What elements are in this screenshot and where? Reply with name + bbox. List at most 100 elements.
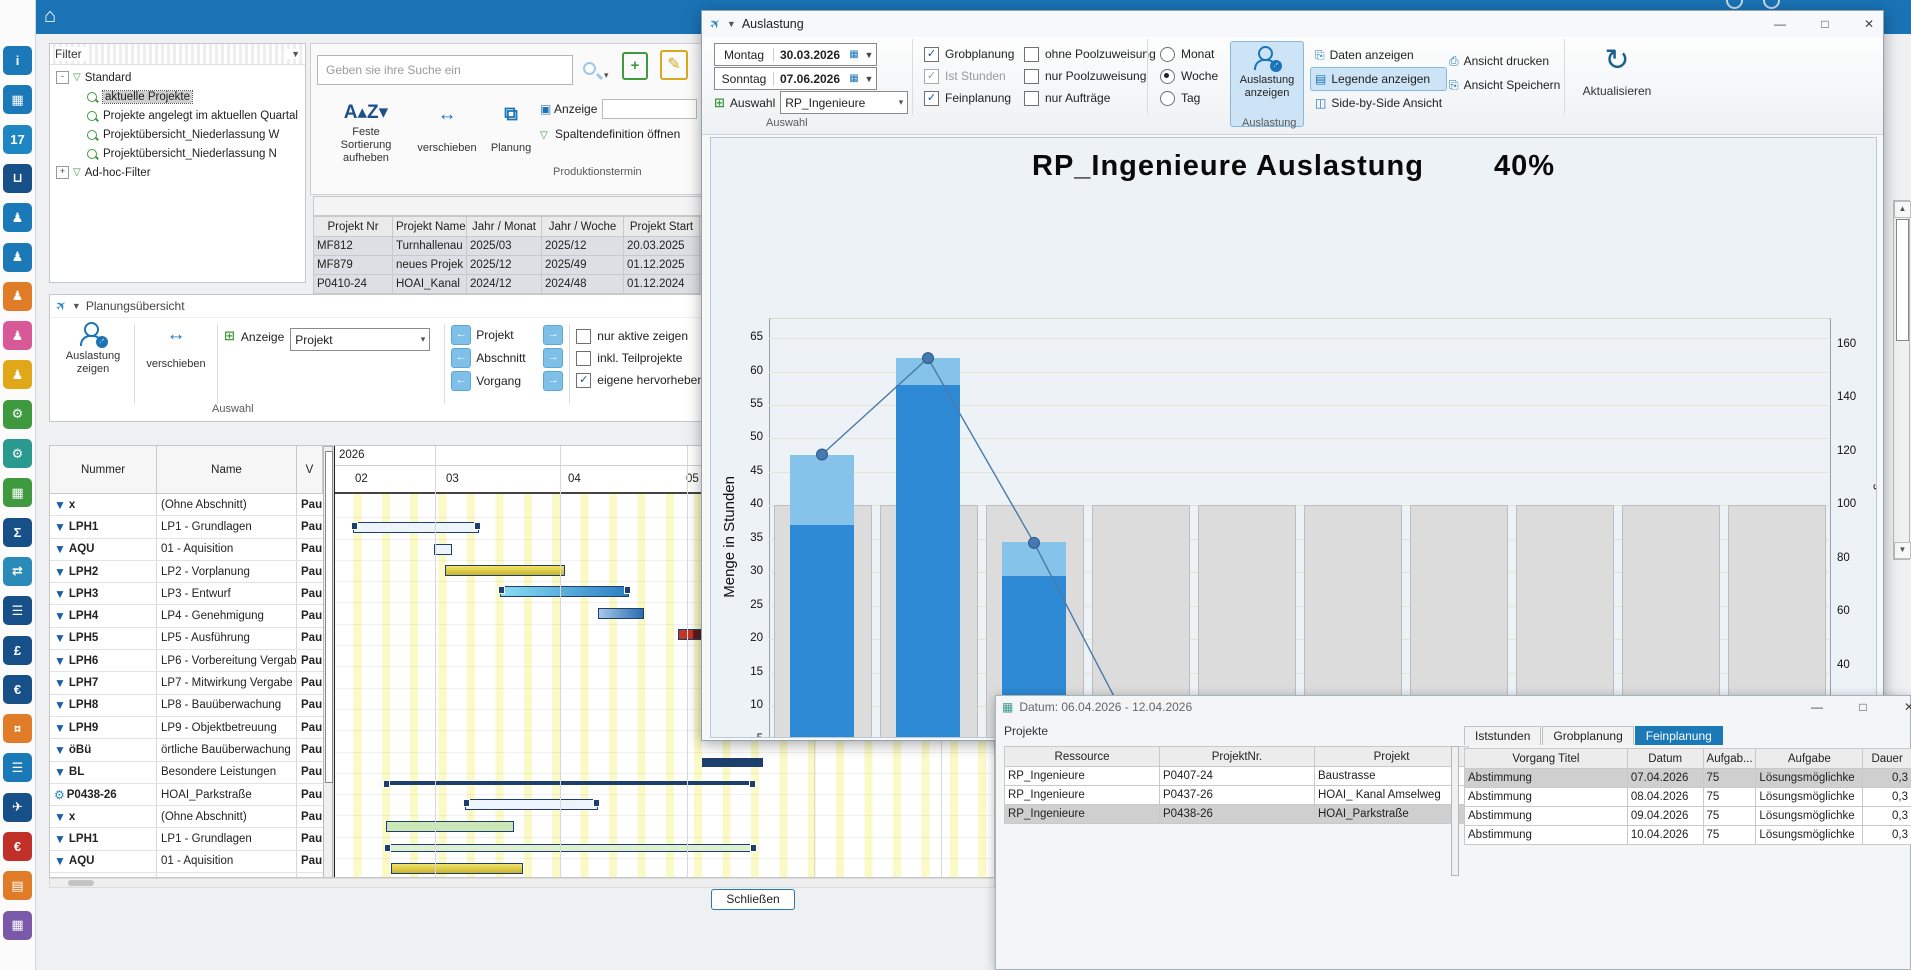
popup-minimize-button[interactable]: — xyxy=(1802,698,1832,718)
checkbox-icon[interactable]: ✓ xyxy=(576,373,591,388)
close-button[interactable]: Schließen xyxy=(711,889,795,910)
gantt-bar[interactable] xyxy=(598,608,644,619)
auslastung-zeigen-button[interactable]: ✓ Auslastung zeigen xyxy=(58,322,128,376)
table-row[interactable]: RP_IngenieureP0438-26HOAI_Parkstraße xyxy=(1005,805,1469,824)
aktualisieren-button[interactable]: ↻ Aktualisieren xyxy=(1574,41,1660,98)
checkbox-option[interactable]: inkl. Teilprojekte xyxy=(576,347,704,369)
timeline-row[interactable] xyxy=(333,794,995,816)
popup-scrollbar[interactable] xyxy=(1451,746,1459,876)
checkbox-icon[interactable]: ✓ xyxy=(924,47,939,62)
sidebar-app-icon[interactable]: ♟ xyxy=(3,203,32,232)
checkbox-option[interactable]: ✓Feinplanung xyxy=(924,87,1014,109)
gantt-bar[interactable] xyxy=(434,544,452,555)
verschieben-button[interactable]: ↔ verschieben xyxy=(141,322,211,371)
table-row[interactable]: Abstimmung09.04.202675Lösungsmöglichke0,… xyxy=(1465,807,1911,826)
radio-icon[interactable] xyxy=(1160,69,1175,84)
gantt-row[interactable]: ▼öBüörtliche BauüberwachungPau xyxy=(50,739,323,761)
checkbox-option[interactable]: ohne Poolzuweisung xyxy=(1024,43,1156,65)
table-row[interactable]: RP_IngenieureP0437-26HOAI_ Kanal Amselwe… xyxy=(1005,786,1469,805)
gantt-bar[interactable] xyxy=(353,522,479,533)
anzeige-input[interactable] xyxy=(602,99,697,119)
scroll-up-icon[interactable]: ▲ xyxy=(1894,201,1911,218)
timeline-row[interactable] xyxy=(333,816,995,838)
action-button[interactable]: ⎘Daten anzeigen xyxy=(1310,43,1447,67)
auslastung-titlebar[interactable]: ✈ ▼ Auslastung xyxy=(702,11,1883,37)
column-header[interactable]: Ressource xyxy=(1005,747,1160,767)
column-header[interactable]: Projekt Nr xyxy=(314,217,393,237)
gantt-row-table[interactable]: ▼x(Ohne Abschnitt)Pau▼LPH1LP1 - Grundlag… xyxy=(50,494,323,878)
sidebar-app-icon[interactable]: ⇄ xyxy=(3,557,32,586)
scroll-down-icon[interactable]: ▼ xyxy=(1894,542,1911,559)
column-header[interactable]: Vorgang Titel xyxy=(1465,749,1628,769)
gantt-bar[interactable] xyxy=(500,586,629,597)
column-header[interactable]: Dauer xyxy=(1863,749,1911,769)
checkbox-option[interactable]: ✓eigene hervorheben xyxy=(576,369,704,391)
filter-tree-item[interactable]: +▽Ad-hoc-Filter xyxy=(52,163,303,182)
nav-right-icon[interactable]: → xyxy=(543,371,563,391)
gantt-row[interactable]: ▼LPH3LP3 - EntwurfPau xyxy=(50,583,323,605)
radio-icon[interactable] xyxy=(1160,91,1175,106)
sidebar-app-icon[interactable]: Σ xyxy=(3,518,32,547)
filter-tree-item[interactable]: -▽Standard xyxy=(52,68,303,87)
new-filter-icon[interactable]: + xyxy=(622,52,648,80)
filter-tree-item[interactable]: Projektübersicht_Niederlassung W xyxy=(52,125,303,144)
nav-left-icon[interactable]: ← xyxy=(451,371,471,391)
anzeige-select[interactable]: Projekt ▾ xyxy=(290,328,430,351)
sort-button[interactable]: A▴Z▾ Feste Sortierung aufheben xyxy=(326,100,406,165)
anzeige-button[interactable]: ▣ Anzeige xyxy=(540,102,597,116)
date-picker[interactable]: Sonntag07.06.2026▦▼ xyxy=(714,67,877,90)
radio-option[interactable]: Tag xyxy=(1160,87,1218,109)
nav-left-icon[interactable]: ← xyxy=(451,325,471,345)
popup-projects-table[interactable]: RessourceProjektNr.ProjektRP_IngenieureP… xyxy=(1004,746,1469,824)
anzeige-add-icon[interactable]: ⊞ xyxy=(224,328,235,344)
checkbox-icon[interactable] xyxy=(576,351,591,366)
checkbox-icon[interactable] xyxy=(1024,69,1039,84)
gantt-row[interactable]: ▼AQU01 - AquisitionPau xyxy=(50,851,323,873)
move-button[interactable]: ↔ verschieben xyxy=(412,102,482,155)
calendar-icon[interactable]: ▦ xyxy=(846,49,862,60)
action-button[interactable]: ▤Legende anzeigen xyxy=(1310,67,1447,91)
nav-right-icon[interactable]: → xyxy=(543,348,563,368)
gantt-horizontal-scrollbar[interactable] xyxy=(49,878,995,888)
column-header[interactable]: Datum xyxy=(1627,749,1703,769)
sidebar-app-icon[interactable]: ▦ xyxy=(3,911,32,940)
action-button[interactable]: ⎙Ansicht drucken xyxy=(1444,49,1565,73)
table-row[interactable]: Abstimmung10.04.202675Lösungsmöglichke0,… xyxy=(1465,826,1911,845)
checkbox-option[interactable]: ✓Grobplanung xyxy=(924,43,1014,65)
nav-right-icon[interactable]: → xyxy=(543,325,563,345)
gantt-row[interactable]: ▼LPH7LP7 - Mitwirkung VergabePau xyxy=(50,672,323,694)
gantt-bar[interactable] xyxy=(702,758,763,767)
gantt-row[interactable]: ▼LPH4LP4 - GenehmigungPau xyxy=(50,605,323,627)
sidebar-app-icon[interactable]: ♟ xyxy=(3,360,32,389)
radio-icon[interactable] xyxy=(1160,47,1175,62)
checkbox-option[interactable]: ✓Ist Stunden xyxy=(924,65,1014,87)
gantt-bar[interactable] xyxy=(465,799,598,810)
search-input[interactable] xyxy=(317,55,573,85)
gantt-row[interactable]: ▼LPH8LP8 - BauüberwachungPau xyxy=(50,695,323,717)
collapse-icon[interactable]: ▼ xyxy=(72,301,81,311)
table-row[interactable]: RP_IngenieureP0407-24Baustrasse xyxy=(1005,767,1469,786)
gantt-bar[interactable] xyxy=(391,863,523,874)
close-window-button[interactable]: ✕ xyxy=(1854,15,1884,35)
gantt-bar[interactable] xyxy=(386,821,514,832)
filter-tree-item[interactable]: Projekte angelegt im aktuellen Quartal xyxy=(52,106,303,125)
table-row[interactable]: Abstimmung07.04.202675Lösungsmöglichke0,… xyxy=(1465,769,1911,788)
timeline-row[interactable] xyxy=(333,858,995,878)
gantt-vertical-scrollbar[interactable] xyxy=(323,446,333,878)
checkbox-icon[interactable] xyxy=(1024,91,1039,106)
sidebar-app-icon[interactable]: ♟ xyxy=(3,282,32,311)
date-picker[interactable]: Montag30.03.2026▦▼ xyxy=(714,43,877,66)
column-header[interactable]: Aufgab... xyxy=(1703,749,1756,769)
search-icon[interactable] xyxy=(583,62,596,75)
checkbox-icon[interactable]: ✓ xyxy=(924,69,939,84)
popup-close-button[interactable]: ✕ xyxy=(1894,698,1911,718)
filter-tree-item[interactable]: aktuelle Projekte xyxy=(52,87,303,106)
gantt-row[interactable]: ▼LPH1LP1 - GrundlagenPau xyxy=(50,828,323,850)
dropdown-icon[interactable]: ▼ xyxy=(862,74,876,84)
column-header[interactable]: Projekt xyxy=(1315,747,1469,767)
search-options-icon[interactable]: ▾ xyxy=(604,70,609,81)
timeline-row[interactable] xyxy=(333,837,995,859)
auslastung-anzeigen-button[interactable]: ✓ Auslastung anzeigen xyxy=(1230,41,1304,127)
sidebar-app-icon[interactable]: ✈ xyxy=(3,793,32,822)
window-menu-icon[interactable]: ▼ xyxy=(727,19,736,29)
